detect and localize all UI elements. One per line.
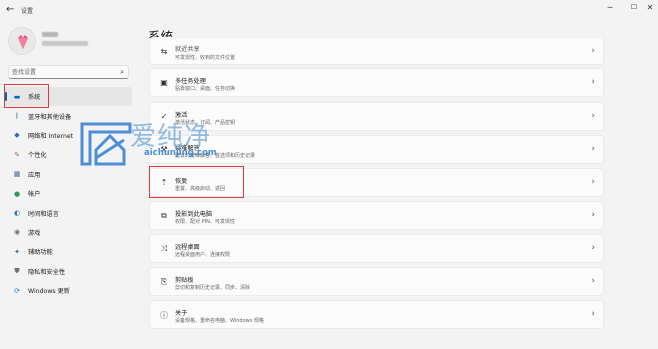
watermark-logo-icon [80,122,132,166]
search-input[interactable] [12,67,112,77]
sidebar-item-label: 时间和语言 [28,210,59,218]
account-icon: ● [13,189,21,198]
card-subtitle: 可发现性、收到的文件位置 [175,55,236,61]
sidebar-item-label: Windows 更新 [28,288,70,296]
gem-icon [18,35,28,49]
multitask-icon: ▣ [160,78,168,87]
clock-globe-icon: ◐ [13,209,21,218]
watermark: 爱纯净 aichunjing.com [80,118,260,168]
setting-card-multitasking[interactable]: ▣ 多任务处理 贴靠窗口、桌面、任务切换 › [149,68,604,97]
clipboard-icon: ⎘ [160,277,168,286]
sidebar-item-windows-update[interactable]: ⟳ Windows 更新 [4,281,132,300]
chevron-right-icon: › [591,276,595,286]
sidebar-item-label: 应用 [28,171,41,179]
profile-email-blurred [42,41,88,46]
card-title: 就近共享 [175,46,200,53]
sidebar-item-label: 个性化 [28,152,47,160]
back-arrow-icon[interactable]: ← [6,4,14,15]
card-subtitle: 远程桌面用户、连接权限 [175,252,231,258]
card-subtitle: 权限、配对 PIN、可发现性 [175,219,235,225]
close-button[interactable]: ✕ [638,3,658,12]
share-icon: ⇆ [160,47,168,56]
info-icon: ⓘ [160,311,168,320]
sidebar-item-accounts[interactable]: ● 帐户 [4,184,132,203]
setting-card-projection[interactable]: ⧉ 投影到此电脑 权限、配对 PIN、可发现性 › [149,201,604,230]
minimize-button[interactable]: ─ [598,3,622,12]
card-subtitle: 设备规格、重命名电脑、Windows 规格 [175,318,264,324]
apps-icon: ▦ [13,170,21,179]
card-subtitle: 剪切和复制历史记录、同步、清除 [175,285,251,291]
brush-icon: ✎ [14,150,20,159]
setting-card-nearby-sharing[interactable]: ⇆ 就近共享 可发现性、收到的文件位置 › [149,37,604,65]
card-title: 关于 [175,310,188,317]
sidebar-item-label: 辅助功能 [28,249,53,257]
shield-icon: ⛊ [14,266,20,275]
setting-card-about[interactable]: ⓘ 关于 设备规格、重命名电脑、Windows 规格 › [149,300,604,329]
card-subtitle: 贴靠窗口、桌面、任务切换 [175,86,236,92]
update-icon: ⟳ [14,286,20,295]
sidebar-item-label: 网络和 Internet [28,132,74,140]
avatar[interactable] [8,27,36,55]
sidebar-item-privacy[interactable]: ⛊ 隐私和安全性 [4,262,132,281]
settings-window: ← 设置 ─ ☐ ✕ ⌕ ▬ 系统 ᛒ 蓝牙和其他设备 ◆ 网络和 Intern [0,0,658,349]
projection-icon: ⧉ [161,211,167,220]
search-icon[interactable]: ⌕ [120,68,124,77]
card-title: 远程桌面 [175,244,200,251]
sidebar-item-label: 帐户 [28,191,41,199]
sidebar-item-label: 隐私和安全性 [28,268,66,276]
watermark-url: aichunjing.com [144,148,217,158]
sidebar-item-gaming[interactable]: ◉ 游戏 [4,223,132,242]
bluetooth-icon: ᛒ [14,112,20,121]
highlight-box-recovery [149,166,244,198]
network-icon: ◆ [14,131,20,140]
setting-card-clipboard[interactable]: ⎘ 剪贴板 剪切和复制历史记录、同步、清除 › [149,267,604,296]
sidebar-item-accessibility[interactable]: ✦ 辅助功能 [4,242,132,261]
chevron-right-icon: › [591,46,595,56]
profile-name-blurred [42,32,58,37]
app-title: 设置 [21,8,34,15]
card-title: 多任务处理 [175,78,206,85]
highlight-box-system [4,84,49,108]
sidebar-item-label: 游戏 [28,229,41,237]
search-box[interactable]: ⌕ [8,65,129,79]
chevron-right-icon: › [591,210,595,220]
card-title: 剪贴板 [175,277,194,284]
remote-desktop-icon: ⤨ [160,244,168,253]
title-bar: ← 设置 ─ ☐ ✕ [0,0,658,20]
sidebar-item-time-language[interactable]: ◐ 时间和语言 [4,203,132,222]
game-icon: ◉ [13,228,21,237]
sidebar-item-label: 蓝牙和其他设备 [28,113,72,121]
accessibility-icon: ✦ [14,247,20,256]
setting-card-remote-desktop[interactable]: ⤨ 远程桌面 远程桌面用户、连接权限 › [149,234,604,263]
chevron-right-icon: › [591,243,595,253]
chevron-right-icon: › [591,309,595,319]
chevron-right-icon: › [591,77,595,87]
chevron-right-icon: › [591,111,595,121]
chevron-right-icon: › [591,144,595,154]
chevron-right-icon: › [591,177,595,187]
card-title: 投影到此电脑 [175,211,213,218]
